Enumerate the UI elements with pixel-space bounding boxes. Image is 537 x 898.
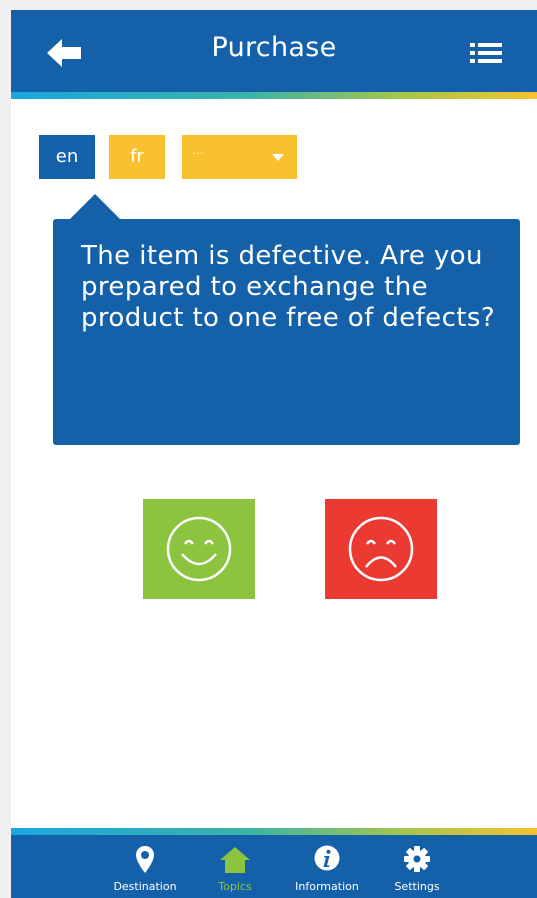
nav-item-settings[interactable]: Settings [387,835,447,898]
question-bubble: The item is defective. Are you prepared … [53,219,520,445]
no-answer-button[interactable] [325,499,437,599]
language-en-button[interactable]: en [39,135,95,179]
dropdown-placeholder: ... [192,143,204,157]
header-bar: Purchase [11,10,537,92]
language-more-dropdown[interactable]: ... [182,135,297,179]
nav-label: Information [295,880,359,893]
nav-item-topics[interactable]: Topics [205,835,265,898]
page-title: Purchase [211,32,337,63]
gear-icon [404,846,430,872]
bottom-nav: Destination Topics Information Settings [11,835,537,898]
list-icon [470,43,502,63]
nav-accent-stripe [11,828,537,835]
smile-icon [166,516,232,582]
question-text: The item is defective. Are you prepared … [81,241,496,333]
nav-label: Destination [113,880,177,893]
menu-button[interactable] [469,38,505,68]
nav-label: Topics [218,880,252,893]
home-icon [220,847,250,873]
header-accent-stripe [11,92,537,99]
language-fr-button[interactable]: fr [109,135,165,179]
nav-label: Settings [394,880,440,893]
sad-face-icon [348,516,414,582]
info-icon [314,845,340,871]
caret-down-icon [272,154,284,161]
yes-answer-button[interactable] [143,499,255,599]
app-screen: Purchase en fr ... The item is defective… [11,10,537,898]
map-pin-icon [136,846,154,873]
speech-bubble-tail [69,194,121,220]
nav-item-information[interactable]: Information [287,835,367,898]
nav-item-destination[interactable]: Destination [107,835,183,898]
